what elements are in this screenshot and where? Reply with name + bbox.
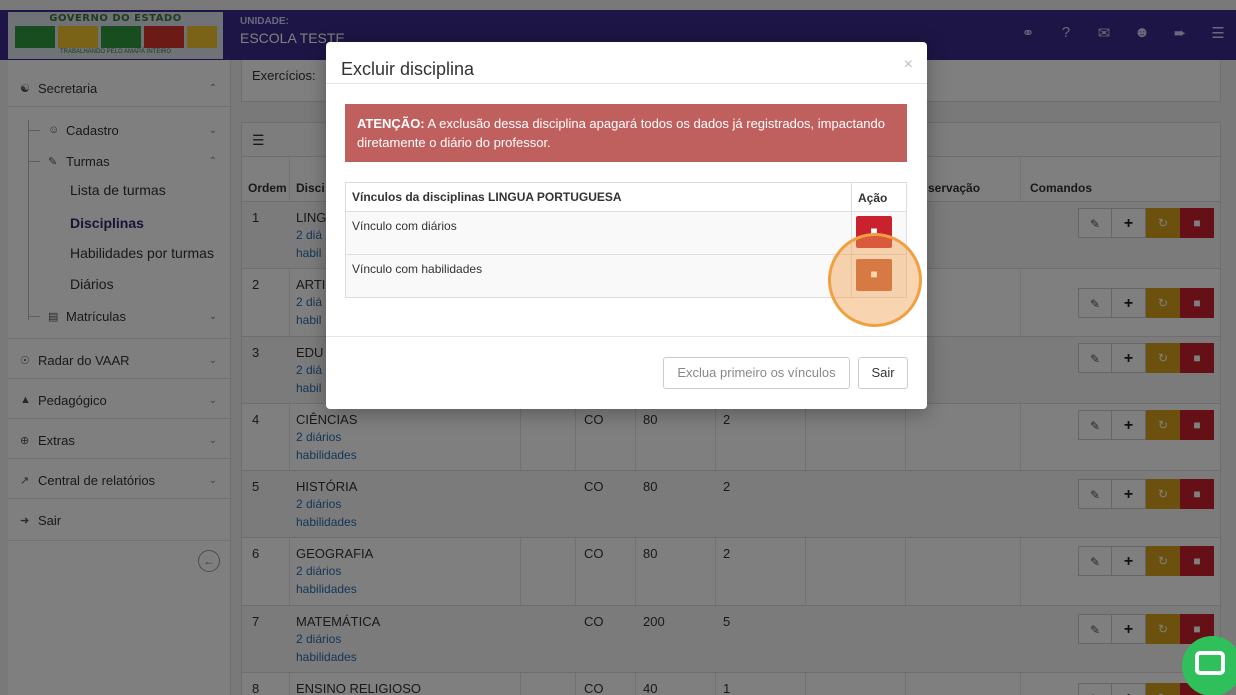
modal-title: Excluir disciplina bbox=[341, 59, 475, 79]
alert-text: A exclusão dessa disciplina apagará todo… bbox=[357, 116, 885, 150]
action-header: Ação bbox=[858, 191, 888, 205]
delete-disabled-button[interactable]: Exclua primeiro os vínculos bbox=[663, 357, 850, 389]
links-table-header: Vínculos da disciplinas LINGUA PORTUGUES… bbox=[346, 183, 906, 211]
modal-footer-divider bbox=[326, 336, 927, 337]
links-table: Vínculos da disciplinas LINGUA PORTUGUES… bbox=[345, 182, 907, 298]
modal-header-divider bbox=[326, 83, 927, 84]
chat-icon bbox=[1195, 651, 1225, 675]
alert-strong: ATENÇÃO: bbox=[357, 116, 425, 131]
chat-widget-button[interactable] bbox=[1182, 636, 1236, 695]
link-label: Vínculo com diários bbox=[352, 219, 457, 233]
link-row-diarios: Vínculo com diários ■ bbox=[346, 211, 906, 254]
column-divider bbox=[851, 183, 852, 211]
delete-discipline-modal: Excluir disciplina × ATENÇÃO: A exclusão… bbox=[326, 42, 927, 409]
warning-alert: ATENÇÃO: A exclusão dessa disciplina apa… bbox=[345, 104, 907, 162]
exit-button[interactable]: Sair bbox=[858, 357, 908, 389]
click-highlight bbox=[828, 233, 922, 327]
link-row-habilidades: Vínculo com habilidades ■ bbox=[346, 254, 906, 297]
links-table-title: Vínculos da disciplinas LINGUA PORTUGUES… bbox=[352, 190, 622, 204]
close-icon[interactable]: × bbox=[904, 56, 913, 74]
link-label: Vínculo com habilidades bbox=[352, 262, 483, 276]
